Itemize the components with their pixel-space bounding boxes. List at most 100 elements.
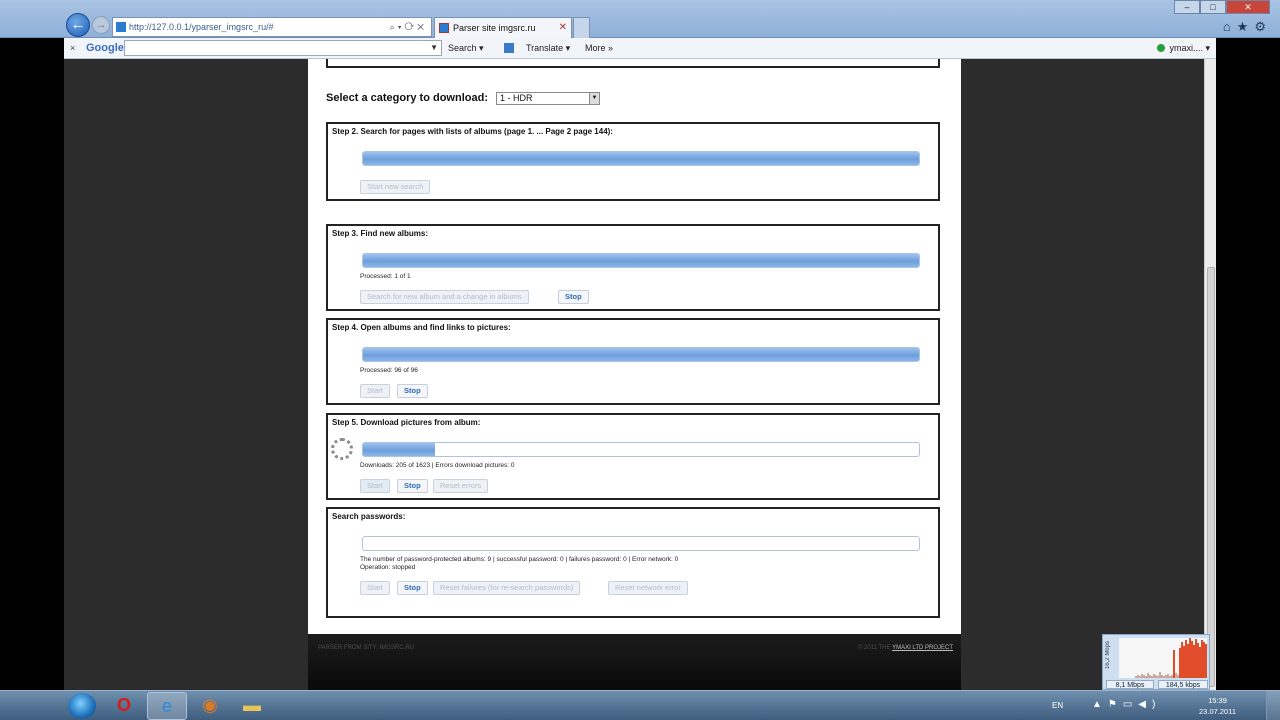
toolbar-more-button[interactable]: More »: [585, 38, 613, 58]
home-favorites-tools-icon[interactable]: ⌂★⚙: [1223, 19, 1272, 35]
passwords-start-button[interactable]: Start: [360, 581, 390, 595]
passwords-panel: Search passwords: The number of password…: [326, 507, 940, 618]
step2-progress-bar: [362, 151, 920, 166]
toolbar-user-menu[interactable]: ymaxi.... ▾: [1157, 38, 1210, 58]
step4-title: Step 4. Open albums and find links to pi…: [332, 323, 511, 332]
step3-status: Processed: 1 of 1: [360, 273, 411, 280]
step4-panel: Step 4. Open albums and find links to pi…: [326, 318, 940, 405]
step3-progress-bar: [362, 253, 920, 268]
toolbar-close-icon[interactable]: ×: [70, 38, 75, 58]
address-actions-icon[interactable]: ⌕▾⟳✕: [390, 18, 427, 36]
new-tab-button[interactable]: [573, 17, 590, 38]
gadget-axis-label: 16,2 Mbps: [1105, 641, 1111, 670]
step5-panel: Step 5. Download pictures from album: Do…: [326, 413, 940, 500]
step5-start-button[interactable]: Start: [360, 479, 390, 493]
step5-stop-button[interactable]: Stop: [397, 479, 428, 493]
opera-icon[interactable]: O: [104, 692, 144, 720]
page-footer: PARSER FROM SITY: IMGSRC.RU © 2011 THE Y…: [308, 634, 961, 690]
toolbar-translate-button[interactable]: Translate ▾: [526, 38, 570, 58]
step2-progress-fill: [363, 152, 919, 165]
passwords-stop-button[interactable]: Stop: [397, 581, 428, 595]
windows-taskbar: O e ◉ ▬ EN ▲⚑▭◀) 15:39 23.07.2011: [0, 690, 1280, 720]
minimize-button[interactable]: –: [1174, 0, 1200, 14]
parser-page: Select a category to download: 1 - HDR ▼…: [308, 59, 961, 634]
footer-copyright-text: © 2011 THE: [857, 645, 891, 651]
internet-explorer-icon[interactable]: e: [147, 692, 187, 720]
step5-progress-bar: [362, 442, 920, 457]
previous-step-box: [326, 59, 940, 68]
google-search-input[interactable]: ▼: [124, 40, 442, 56]
step5-status: Downloads: 205 of 1623 | Errors download…: [360, 462, 515, 469]
tab-close-icon[interactable]: ✕: [559, 18, 567, 38]
step2-panel: Step 2. Search for pages with lists of a…: [326, 122, 940, 201]
step3-stop-button[interactable]: Stop: [558, 290, 589, 304]
forward-button[interactable]: →: [92, 16, 110, 34]
scrollbar-thumb[interactable]: [1207, 267, 1215, 687]
step2-title: Step 2. Search for pages with lists of a…: [332, 127, 613, 136]
step3-title: Step 3. Find new albums:: [332, 229, 429, 238]
step4-progress-bar: [362, 347, 920, 362]
chevron-down-icon[interactable]: ▼: [430, 38, 438, 58]
page-scrollbar[interactable]: [1204, 59, 1216, 690]
step3-panel: Step 3. Find new albums: Processed: 1 of…: [326, 224, 940, 311]
tab-title: Parser site imgsrc.ru: [453, 23, 536, 33]
left-margin: [0, 38, 64, 690]
clock[interactable]: 15:39 23.07.2011: [1199, 695, 1236, 717]
category-label: Select a category to download:: [326, 92, 488, 104]
system-tray: EN ▲⚑▭◀) 15:39 23.07.2011: [1040, 691, 1280, 720]
category-select[interactable]: 1 - HDR ▼: [496, 92, 600, 105]
show-desktop-button[interactable]: [1266, 691, 1280, 720]
start-button[interactable]: [68, 693, 96, 719]
back-button[interactable]: ←: [66, 13, 90, 37]
tab-favicon-icon: [439, 23, 449, 33]
footer-copyright: © 2011 THE YMAXI LTD PROJECT: [858, 645, 953, 651]
user-name: ymaxi.... ▾: [1169, 43, 1210, 53]
step4-start-button[interactable]: Start: [360, 384, 390, 398]
passwords-progress-bar: [362, 536, 920, 551]
download-speed: 8,1 Mbps: [1106, 680, 1154, 689]
firefox-icon[interactable]: ◉: [190, 692, 230, 720]
footer-site-text: PARSER FROM SITY: IMGSRC.RU: [318, 645, 414, 651]
start-new-search-button[interactable]: Start new search: [360, 180, 431, 194]
address-bar[interactable]: http://127.0.0.1/yparser_imgsrc_ru/# ⌕▾⟳…: [112, 17, 432, 37]
passwords-operation-status: Operation: stopped: [360, 564, 416, 571]
step4-progress-fill: [363, 348, 919, 361]
clock-time: 15:39: [1208, 696, 1227, 705]
maximize-button[interactable]: □: [1200, 0, 1226, 14]
network-graph-bar: [1205, 644, 1207, 678]
chevron-down-icon[interactable]: ▼: [589, 93, 599, 104]
address-text: http://127.0.0.1/yparser_imgsrc_ru/#: [129, 22, 274, 32]
reset-network-error-button[interactable]: Reset network error: [608, 581, 688, 595]
browser-titlebar: ← → http://127.0.0.1/yparser_imgsrc_ru/#…: [0, 0, 1280, 38]
step3-progress-fill: [363, 254, 919, 267]
site-favicon-icon: [116, 22, 126, 32]
tray-icons[interactable]: ▲⚑▭◀): [1092, 699, 1161, 710]
step4-status: Processed: 96 of 96: [360, 367, 418, 374]
google-toolbar: × Google ▼ Search ▾ Translate ▾ More » y…: [64, 38, 1216, 59]
folder-icon[interactable]: ▬: [232, 692, 272, 720]
category-value: 1 - HDR: [500, 93, 533, 103]
clock-date: 23.07.2011: [1199, 707, 1236, 716]
reset-errors-button[interactable]: Reset errors: [433, 479, 489, 493]
search-new-album-button[interactable]: Search for new album and a change in alb…: [360, 290, 529, 304]
passwords-title: Search passwords:: [332, 512, 406, 521]
language-indicator[interactable]: EN: [1052, 701, 1063, 710]
step4-stop-button[interactable]: Stop: [397, 384, 428, 398]
step5-title: Step 5. Download pictures from album:: [332, 418, 481, 427]
loading-spinner-icon: [331, 438, 353, 460]
window-controls: – □ ✕: [1174, 0, 1270, 14]
close-window-button[interactable]: ✕: [1226, 0, 1270, 14]
toolbar-search-button[interactable]: Search ▾: [448, 38, 484, 58]
reset-failures-button[interactable]: Reset failures (for re-search passwords): [433, 581, 581, 595]
upload-speed: 184,5 kbps: [1158, 680, 1208, 689]
step5-progress-fill: [363, 443, 436, 456]
google-logo: Google: [86, 42, 124, 54]
tab-parser-site[interactable]: Parser site imgsrc.ru ✕: [434, 17, 572, 38]
page-viewport: Select a category to download: 1 - HDR ▼…: [64, 59, 1204, 690]
right-margin: [1216, 38, 1280, 690]
passwords-status: The number of password-protected albums:…: [360, 556, 679, 563]
online-status-icon: [1157, 44, 1166, 52]
network-graph: [1119, 638, 1207, 678]
footer-project-link[interactable]: YMAXI LTD PROJECT: [892, 645, 953, 651]
bookmark-icon[interactable]: [504, 43, 514, 53]
